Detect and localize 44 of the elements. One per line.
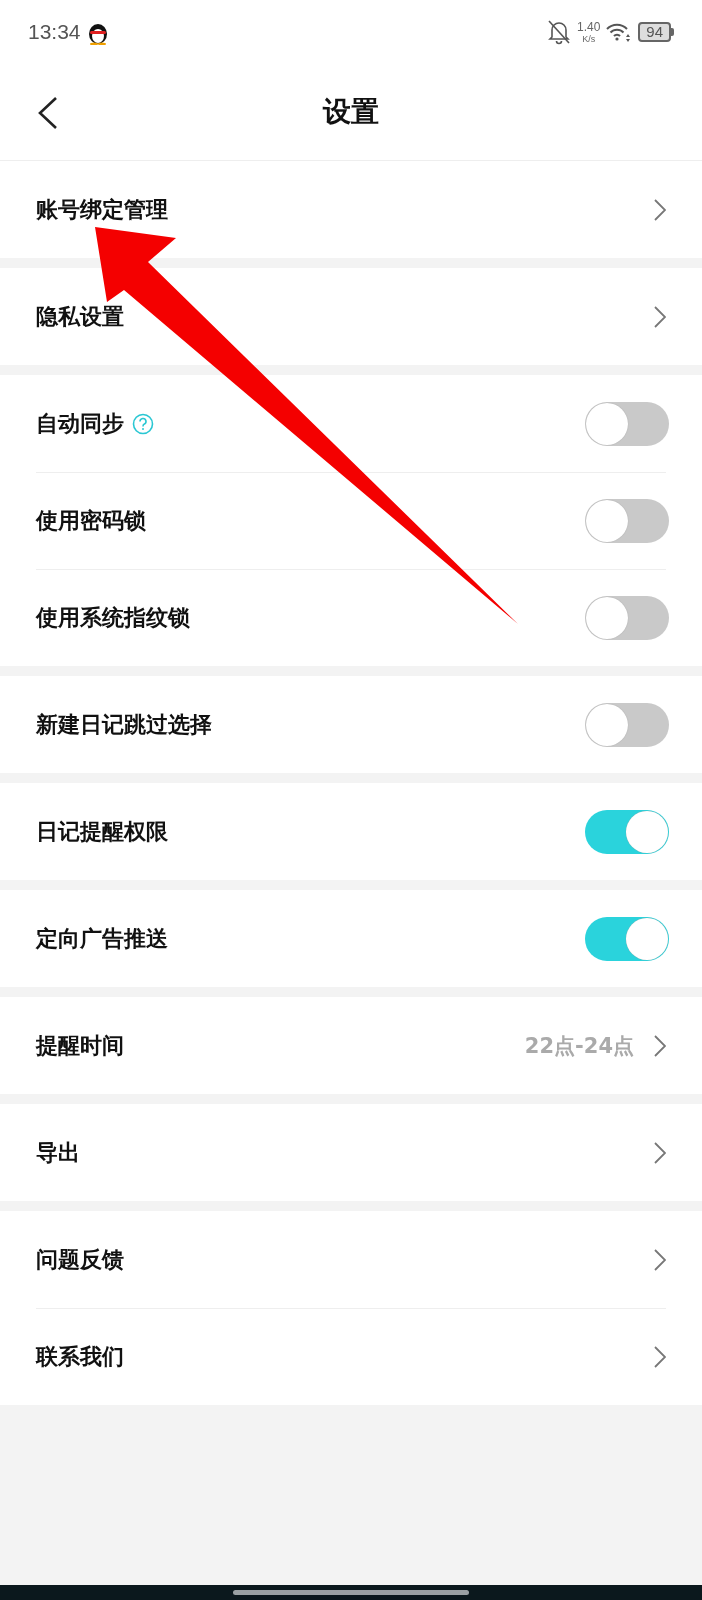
chevron-icon [654,1034,666,1057]
settings-row[interactable]: 定向广告推送 [0,890,702,987]
row-label: 新建日记跳过选择 [36,710,212,739]
battery-icon: 94 [638,22,674,42]
row-label: 联系我们 [36,1342,124,1371]
row-label: 使用密码锁 [36,506,146,535]
settings-row[interactable]: 日记提醒权限 [0,783,702,880]
help-icon[interactable] [132,412,154,435]
toggle-switch[interactable] [585,702,669,747]
settings-row[interactable]: 提醒时间 22点-24点 [0,997,702,1094]
settings-row[interactable]: 隐私设置 [0,268,702,365]
chevron-icon [654,1345,666,1368]
row-label: 账号绑定管理 [36,195,168,224]
settings-row[interactable]: 联系我们 [0,1308,702,1405]
status-time: 13:34 [28,20,81,44]
row-label: 定向广告推送 [36,924,168,953]
toggle-switch[interactable] [585,809,669,854]
row-label: 提醒时间 [36,1031,124,1060]
settings-row[interactable]: 问题反馈 [0,1211,702,1308]
settings-row[interactable]: 导出 [0,1104,702,1201]
network-speed: 1.40 [576,20,601,33]
row-label: 问题反馈 [36,1245,124,1274]
chevron-icon [654,198,666,221]
toggle-switch[interactable] [585,916,669,961]
settings-row[interactable]: 新建日记跳过选择 [0,676,702,773]
row-label: 隐私设置 [36,302,124,331]
chevron-icon [654,1248,666,1271]
bell-off-icon [546,19,571,45]
row-label: 自动同步 [36,409,124,438]
speed-unit: K/s [582,34,596,44]
row-label: 导出 [36,1138,80,1167]
row-label: 使用系统指纹锁 [36,603,190,632]
page-title: 设置 [323,94,379,130]
settings-row[interactable]: 使用系统指纹锁 [0,569,702,666]
toggle-switch[interactable] [585,595,669,640]
wifi-icon [606,22,633,42]
chevron-icon [654,305,666,328]
chevron-icon [654,1141,666,1164]
toggle-switch[interactable] [585,498,669,543]
home-indicator[interactable] [233,1590,469,1595]
settings-row[interactable]: 账号绑定管理 [0,161,702,258]
row-label: 日记提醒权限 [36,817,168,846]
toggle-switch[interactable] [585,401,669,446]
row-value: 22点-24点 [524,1032,634,1060]
